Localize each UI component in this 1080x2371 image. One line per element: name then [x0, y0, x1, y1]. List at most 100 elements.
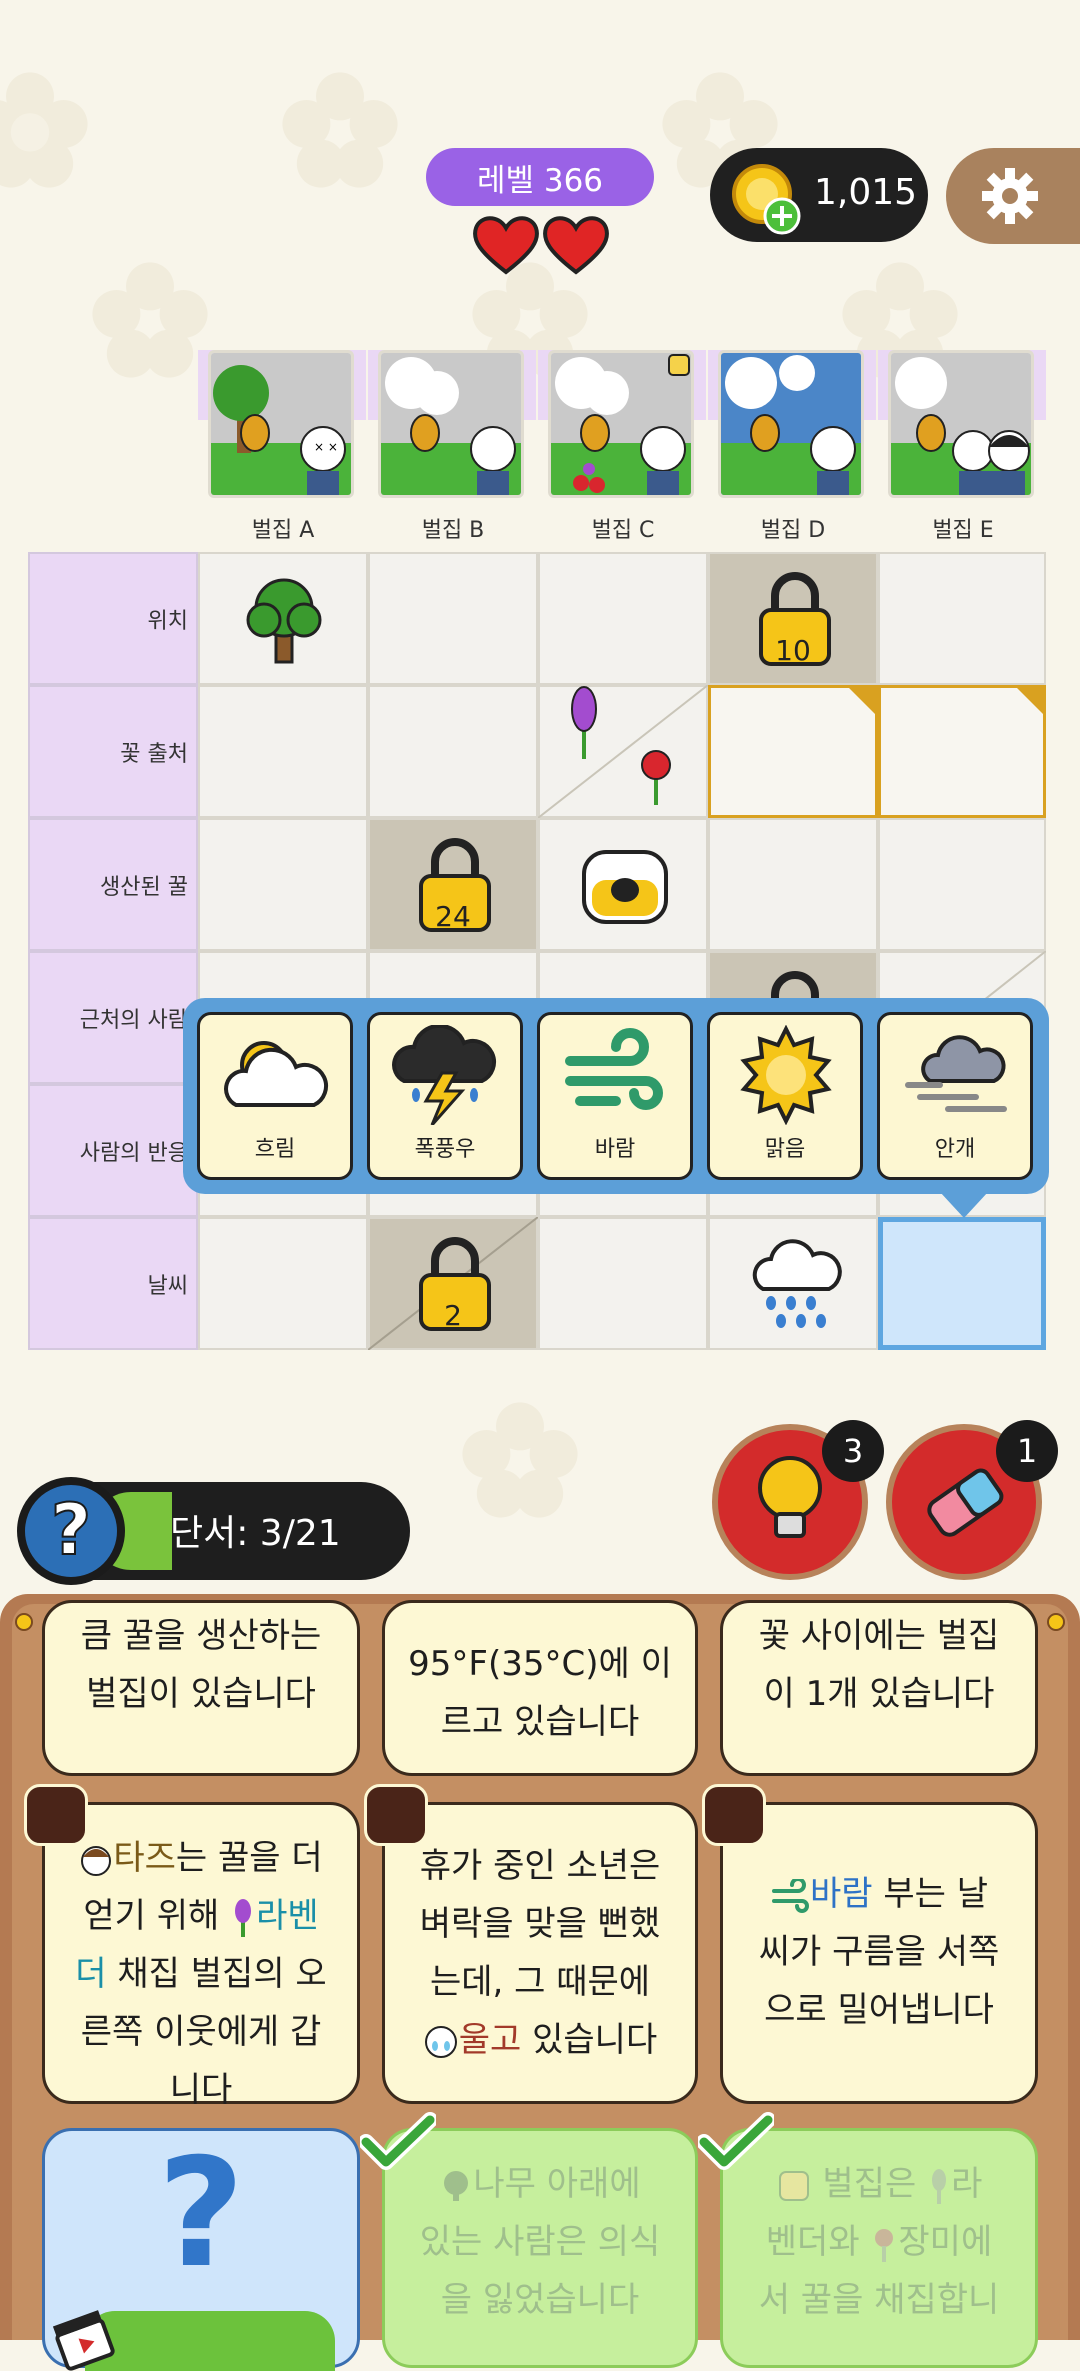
weather-option-fog[interactable]: 안개	[877, 1012, 1033, 1180]
grid-cell[interactable]	[708, 1217, 878, 1350]
grid-cell[interactable]	[368, 685, 538, 818]
checkmark-icon	[360, 2112, 436, 2170]
grid-cell[interactable]	[538, 818, 708, 951]
clue-card[interactable]: 큼 꿀을 생산하는 벌집이 있습니다	[42, 1600, 360, 1776]
row-label-honey: 생산된 꿀	[100, 874, 188, 900]
settings-button[interactable]	[946, 148, 1080, 244]
grid-cell[interactable]	[538, 552, 708, 685]
row-header: 위치	[28, 552, 198, 685]
watch-ad-button[interactable]	[85, 2311, 335, 2371]
grid-cell[interactable]	[538, 1217, 708, 1350]
person-taz-icon	[81, 1845, 112, 1876]
clue-text: 꽃 사이에는 벌집 이 1개 있습니다	[758, 1616, 1000, 1714]
row-header: 사람의 반응	[28, 1084, 198, 1217]
clue-card[interactable]: 95°F(35°C)에 이 르고 있습니다	[382, 1600, 698, 1776]
clue-pin	[702, 1784, 766, 1846]
honey-jar-icon	[582, 850, 668, 924]
grid-cell-hinted[interactable]	[708, 685, 878, 818]
grid-cell-hinted[interactable]	[878, 685, 1046, 818]
hive-c-thumbnail[interactable]	[548, 350, 694, 498]
heart-icon	[543, 216, 609, 275]
row-label-location: 위치	[147, 608, 188, 634]
weather-option-label: 흐림	[254, 1137, 296, 1162]
weather-option-storm[interactable]: 폭풍우	[367, 1012, 523, 1180]
hive-e-thumbnail[interactable]	[888, 350, 1034, 498]
grid-cell-selected[interactable]	[878, 1217, 1046, 1350]
watch-ad-clue-card[interactable]: ?	[42, 2128, 360, 2371]
row-header: 날씨	[28, 1217, 198, 1350]
board-screw-icon	[1047, 1613, 1065, 1631]
eraser-count-badge: 1	[996, 1420, 1058, 1482]
tree-icon	[444, 2170, 469, 2201]
rain-cloud-icon	[752, 1239, 842, 1328]
grid-cell[interactable]	[708, 818, 878, 951]
hive-scene-image	[381, 353, 521, 495]
column-label-hive-b: 벌집 B	[421, 518, 485, 543]
weather-option-cloudy[interactable]: 흐림	[197, 1012, 353, 1180]
coin-balance[interactable]: 1,015	[710, 148, 928, 242]
lavender-icon	[571, 686, 597, 759]
lightbulb-icon	[758, 1456, 822, 1538]
clue-pin	[24, 1784, 88, 1846]
column-label-hive-d: 벌집 D	[760, 518, 826, 543]
weather-option-sunny[interactable]: 맑음	[707, 1012, 863, 1180]
hive-b-thumbnail[interactable]	[378, 350, 524, 498]
heart-icon	[473, 216, 539, 275]
clue-card[interactable]: 꽃 사이에는 벌집 이 1개 있습니다	[720, 1600, 1038, 1776]
hive-scene-image	[551, 353, 691, 495]
weather-option-label: 맑음	[764, 1137, 806, 1162]
grid-cell[interactable]	[198, 552, 368, 685]
wind-icon	[771, 1876, 809, 1913]
popup-pointer	[940, 1192, 988, 1218]
clue-progress-label: 단서: 3/21	[170, 1513, 341, 1554]
tree-icon	[246, 578, 322, 664]
grid-cell[interactable]	[538, 685, 708, 818]
coin-count: 1,015	[814, 172, 918, 213]
hint-count-badge: 3	[822, 1420, 884, 1482]
video-clapper-icon	[52, 2310, 115, 2371]
grid-cell[interactable]	[198, 685, 368, 818]
grid-cell[interactable]	[198, 1217, 368, 1350]
clue-text: 95°F(35°C)에 이 르고 있습니다	[408, 1644, 672, 1742]
grid-cell-locked[interactable]: 10	[708, 552, 878, 685]
clue-text: 바람 부는 날 씨가 구름을 서쪽 으로 밀어냅니다	[758, 1874, 1000, 2030]
grid-cell[interactable]	[368, 552, 538, 685]
column-label-hive-e: 벌집 E	[932, 518, 994, 543]
clue-card[interactable]: 타즈는 꿀을 더 얻기 위해 라벤 더 채집 벌집의 오 른쪽 이웃에게 갑 니…	[42, 1802, 360, 2110]
row-label-weather: 날씨	[147, 1273, 188, 1299]
weather-option-wind[interactable]: 바람	[537, 1012, 693, 1180]
column-label-hive-c: 벌집 C	[591, 518, 655, 543]
hive-scene-image	[891, 353, 1031, 495]
level-label: 레벨 366	[476, 162, 604, 199]
rose-icon	[641, 750, 671, 805]
row-header: 꽃 출처	[28, 685, 198, 818]
clue-text: 큼 꿀을 생산하는 벌집이 있습니다	[80, 1616, 322, 1714]
grid-cell[interactable]	[878, 552, 1046, 685]
coin-plus-icon	[732, 164, 801, 235]
help-question-icon[interactable]: ?	[16, 1476, 126, 1586]
row-header: 생산된 꿀	[28, 818, 198, 951]
row-label-flower-source: 꽃 출처	[120, 741, 188, 767]
crying-face-icon	[424, 2025, 457, 2058]
row-label-reaction: 사람의 반응	[79, 1140, 188, 1166]
weather-option-label: 폭풍우	[414, 1137, 476, 1162]
grid-cell[interactable]	[878, 818, 1046, 951]
grid-cell-locked[interactable]: 2	[368, 1217, 538, 1350]
corner-flag-icon	[849, 688, 875, 714]
corner-flag-icon	[1017, 688, 1043, 714]
clue-text: 나무 아래에 있는 사람은 의식 을 잃었습니다	[419, 2164, 661, 2320]
row-label-nearby-person: 근처의 사람	[79, 1007, 188, 1033]
background-flower-icon	[462, 1402, 578, 1518]
hive-scene-image: × ×	[211, 353, 351, 495]
hive-a-thumbnail[interactable]: × ×	[208, 350, 354, 498]
svg-text:× ×: × ×	[314, 440, 338, 454]
row-header: 근처의 사람	[28, 951, 198, 1084]
clue-card[interactable]: 바람 부는 날 씨가 구름을 서쪽 으로 밀어냅니다	[720, 1802, 1038, 2104]
lock-level-number: 2	[444, 1299, 462, 1332]
lavender-icon	[932, 2168, 947, 2204]
grid-cell-locked[interactable]: 24	[368, 818, 538, 951]
lock-level-number: 10	[775, 634, 811, 667]
grid-cell[interactable]	[198, 818, 368, 951]
hive-d-thumbnail[interactable]	[718, 350, 864, 498]
clue-card[interactable]: 휴가 중인 소년은 벼락을 맞을 뻔했 는데, 그 때문에 울고 있습니다	[382, 1802, 698, 2104]
